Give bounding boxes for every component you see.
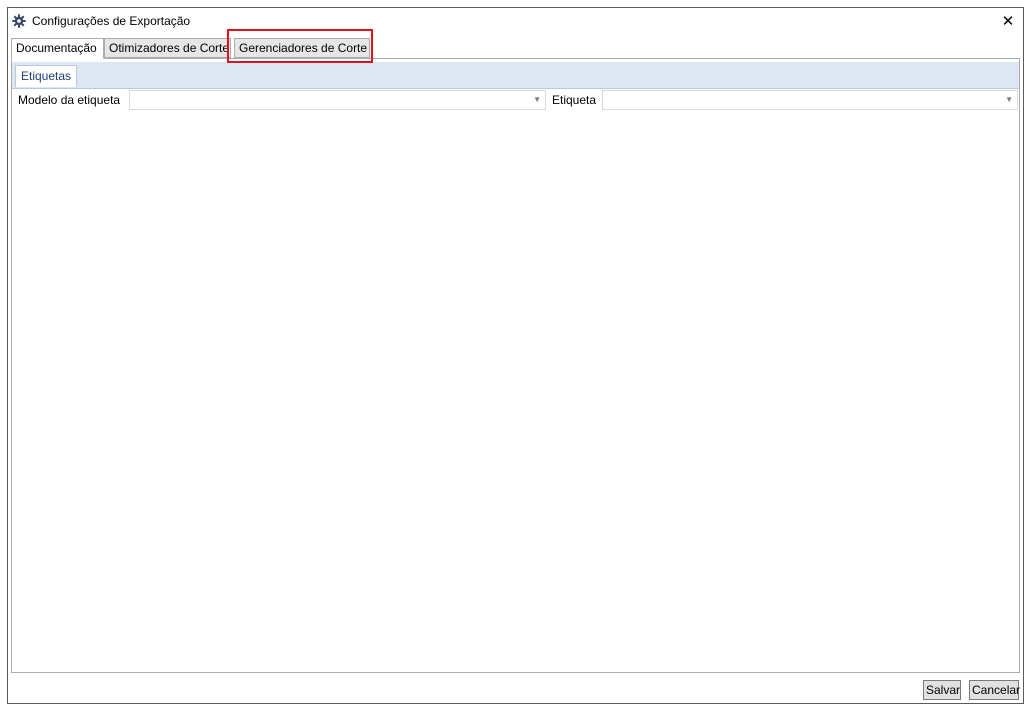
tab-otimizadores-de-corte[interactable]: Otimizadores de Corte xyxy=(104,38,231,58)
close-button[interactable]: ✕ xyxy=(995,10,1021,32)
window-title: Configurações de Exportação xyxy=(32,14,191,28)
modelo-etiqueta-label: Modelo da etiqueta xyxy=(18,93,121,107)
etiqueta-dropdown[interactable]: ▼ xyxy=(602,90,1018,110)
save-button[interactable]: Salvar xyxy=(923,680,961,700)
subtab-label: Etiquetas xyxy=(21,69,72,83)
tab-content-panel: Etiquetas Modelo da etiqueta ▼ Etiqueta … xyxy=(11,58,1020,673)
tab-label: Gerenciadores de Corte xyxy=(239,41,368,55)
title-bar: Configurações de Exportação ✕ xyxy=(8,8,1023,36)
etiqueta-label: Etiqueta xyxy=(552,93,597,107)
tab-gerenciadores-de-corte[interactable]: Gerenciadores de Corte xyxy=(234,38,370,58)
label-settings-row: Modelo da etiqueta ▼ Etiqueta ▼ xyxy=(12,89,1019,111)
modelo-etiqueta-dropdown[interactable]: ▼ xyxy=(129,90,546,110)
chevron-down-icon: ▼ xyxy=(1005,95,1013,104)
cancel-button[interactable]: Cancelar xyxy=(969,680,1020,700)
subtab-strip: Etiquetas xyxy=(12,62,1019,89)
dialog-footer: Salvar Cancelar xyxy=(8,675,1023,703)
tab-label: Otimizadores de Corte xyxy=(109,41,230,55)
tab-documentacao[interactable]: Documentação xyxy=(11,38,104,59)
tab-label: Documentação xyxy=(16,41,97,55)
close-icon: ✕ xyxy=(1001,13,1015,30)
export-settings-dialog: Configurações de Exportação ✕ Documentaç… xyxy=(7,7,1024,704)
gear-icon xyxy=(12,14,26,28)
subtab-etiquetas[interactable]: Etiquetas xyxy=(15,65,78,87)
chevron-down-icon: ▼ xyxy=(533,95,541,104)
